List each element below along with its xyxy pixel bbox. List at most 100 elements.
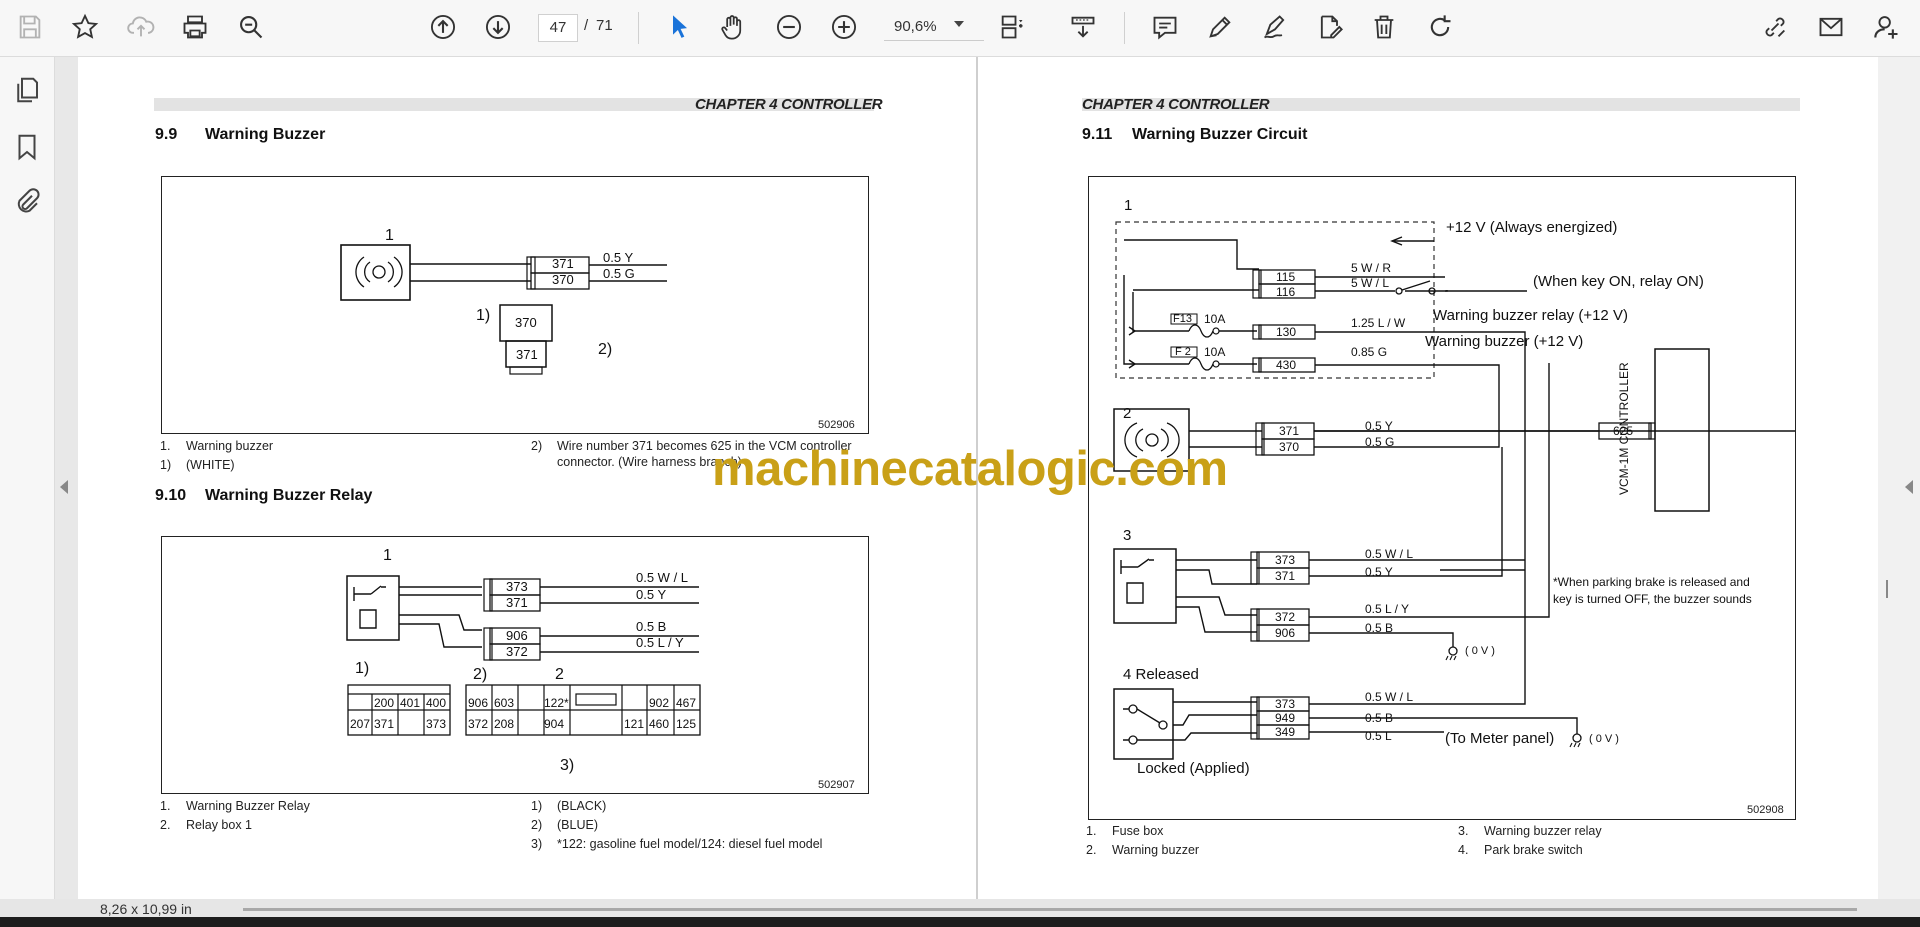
component-label: 3	[1123, 527, 1132, 544]
wire-spec: 0.85 G	[1351, 345, 1388, 359]
collapse-left-icon[interactable]	[60, 480, 68, 494]
annotation: +12 V (Always energized)	[1446, 219, 1618, 236]
legend-item: 1. Warning Buzzer Relay	[160, 799, 310, 813]
star-icon[interactable]	[68, 10, 102, 44]
page-up-icon[interactable]	[426, 10, 460, 44]
relay-pin: 122*	[544, 696, 569, 710]
component-label: 2	[1123, 405, 1132, 422]
sign-icon[interactable]	[1258, 10, 1292, 44]
rotate-icon[interactable]	[1423, 10, 1457, 44]
bookmark-icon[interactable]	[12, 132, 42, 162]
wire-number: 373	[1275, 697, 1296, 711]
chevron-down-icon[interactable]	[954, 21, 964, 27]
wire-spec: 0.5 B	[1365, 711, 1394, 725]
wire-spec: 5 W / R	[1351, 261, 1392, 275]
wire-spec: 0.5 G	[1365, 435, 1395, 449]
wire-number: 371	[552, 256, 574, 271]
annotation: Locked (Applied)	[1137, 760, 1250, 777]
wire-spec: 0.5 W / L	[1365, 547, 1414, 561]
section-title: 9.11 Warning Buzzer Circuit	[1082, 126, 1307, 144]
section-number: 9.11	[1082, 126, 1113, 143]
wire-number: 906	[506, 628, 528, 643]
email-icon[interactable]	[1814, 10, 1848, 44]
fuse-label: F13	[1173, 313, 1192, 325]
fit-page-icon[interactable]	[995, 10, 1029, 44]
section-number: 9.9	[155, 126, 178, 143]
comment-icon[interactable]	[1148, 10, 1182, 44]
expand-right-icon[interactable]	[1905, 480, 1913, 494]
wire-spec: 0.5 L	[1365, 729, 1392, 743]
section-title: 9.9 Warning Buzzer	[155, 126, 325, 144]
cloud-upload-icon[interactable]	[124, 10, 158, 44]
relay-pin: 902	[649, 696, 670, 710]
callout-label: 1)	[355, 660, 370, 677]
zoom-in-icon[interactable]	[827, 10, 861, 44]
wire-number: 349	[1275, 725, 1296, 739]
horizontal-scrollbar[interactable]	[243, 908, 1857, 911]
relay-pin: 400	[426, 696, 447, 710]
relay-pin: 373	[426, 717, 447, 731]
ground-label: ( 0 V )	[1465, 645, 1495, 657]
figure-warning-buzzer: 1 371 370 0.5 Y 0.5 G 1) 370 371 2) 5029…	[161, 176, 869, 434]
figure-number: 502907	[818, 779, 855, 791]
share-link-icon[interactable]	[1758, 10, 1792, 44]
legend-item: 1) (BLACK)	[531, 799, 607, 813]
relay-pin: 467	[676, 696, 697, 710]
figure-number: 502906	[818, 419, 855, 431]
wire-spec: 5 W / L	[1351, 276, 1390, 290]
wire-spec: 0.5 L / Y	[636, 635, 684, 650]
hand-icon[interactable]	[716, 10, 750, 44]
annotation: Warning buzzer relay (+12 V)	[1433, 307, 1628, 324]
save-icon[interactable]	[13, 10, 47, 44]
taskbar-strip	[0, 917, 1920, 927]
vertical-scrollbar[interactable]	[1886, 580, 1888, 598]
buzzer-wiring-diagram	[340, 244, 667, 375]
relay-pin: 208	[494, 717, 515, 731]
page-size: 8,26 x 10,99 in	[100, 901, 192, 917]
figure-warning-buzzer-circuit: 1 +12 V (Always energized) 115 116 5 W /…	[1088, 176, 1796, 820]
zoom-search-icon[interactable]	[234, 10, 268, 44]
page-down-icon[interactable]	[481, 10, 515, 44]
component-label: 4 Released	[1123, 666, 1199, 683]
wire-number: 372	[506, 644, 528, 659]
connector-pin: 370	[515, 315, 537, 330]
wire-number: 371	[1279, 424, 1300, 438]
annotation: Warning buzzer (+12 V)	[1425, 333, 1584, 350]
connector-pin: 371	[516, 347, 538, 362]
edit-document-icon[interactable]	[1313, 10, 1347, 44]
component-label: 1	[385, 227, 394, 244]
wire-number: 373	[1275, 553, 1296, 567]
pages-icon[interactable]	[12, 75, 42, 105]
legend-item: 4. Park brake switch	[1458, 843, 1583, 857]
add-user-icon[interactable]	[1870, 10, 1904, 44]
callout-label: 1)	[476, 307, 491, 324]
wire-number: 373	[506, 579, 528, 594]
wire-spec: 0.5 W / L	[1365, 690, 1414, 704]
zoom-select[interactable]: 90,6%	[884, 14, 984, 41]
section-name: Warning Buzzer	[205, 126, 326, 143]
print-icon[interactable]	[178, 10, 212, 44]
attachment-icon[interactable]	[12, 187, 42, 217]
legend-item: 3) *122: gasoline fuel model/124: diesel …	[531, 837, 823, 851]
annotation: (When key ON, relay ON)	[1533, 273, 1704, 290]
relay-pin: 207	[350, 717, 371, 731]
left-sidebar	[0, 57, 55, 915]
note: key is turned OFF, the buzzer sounds	[1553, 592, 1752, 606]
wire-spec: 0.5 Y	[636, 587, 667, 602]
section-title: 9.10 Warning Buzzer Relay	[155, 487, 372, 505]
page-number-input[interactable]: 47	[538, 14, 578, 42]
wire-number: 130	[1276, 325, 1297, 339]
relay-pin: 372	[468, 717, 489, 731]
scroll-mode-icon[interactable]	[1066, 10, 1100, 44]
relay-pin: 371	[374, 717, 395, 731]
zoom-out-icon[interactable]	[772, 10, 806, 44]
page-total: 71	[596, 17, 613, 34]
component-label: 1	[1124, 197, 1133, 214]
delete-icon[interactable]	[1367, 10, 1401, 44]
select-cursor-icon[interactable]	[663, 10, 697, 44]
pen-icon[interactable]	[1203, 10, 1237, 44]
fuse-label: F 2	[1175, 346, 1191, 358]
section-name: Warning Buzzer Relay	[205, 487, 373, 504]
chapter-heading: CHAPTER 4 CONTROLLER	[695, 96, 883, 113]
wire-spec: 0.5 B	[636, 619, 667, 634]
